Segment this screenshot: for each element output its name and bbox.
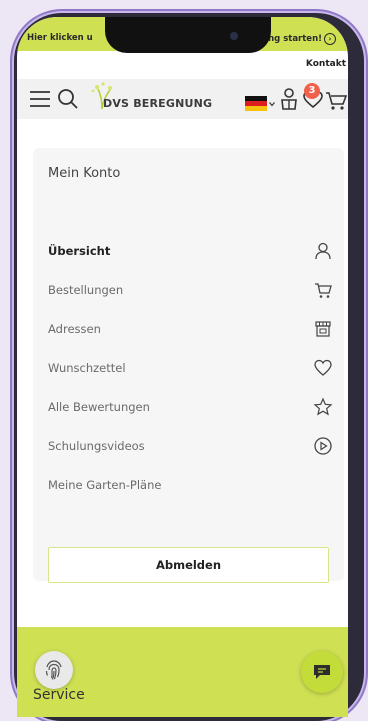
- camera-icon: [230, 32, 238, 40]
- menu-item-label: Adressen: [48, 322, 101, 336]
- account-menu-item-overview[interactable]: Übersicht: [48, 238, 333, 264]
- play-icon: [314, 437, 332, 455]
- chat-button[interactable]: [301, 651, 343, 693]
- phone-screen: Hier klicken u ung starten! › Kontakt DVS…: [17, 17, 348, 717]
- brand-logo[interactable]: DVS BEREGNUNG: [103, 97, 212, 110]
- menu-item-label: Alle Bewertungen: [48, 400, 150, 414]
- account-menu-item-addresses[interactable]: Adressen: [48, 316, 333, 342]
- wishlist-count-badge: 3: [304, 83, 320, 99]
- user-icon: [315, 242, 331, 260]
- account-menu-card: Mein Konto Übersicht Bestellungen Adress…: [33, 148, 344, 583]
- menu-icon[interactable]: [29, 90, 51, 108]
- site-header: DVS BEREGNUNG 3: [17, 79, 348, 119]
- footer-service-heading: Service: [33, 687, 85, 703]
- page-title: Mein Konto: [48, 166, 121, 181]
- promo-left-text: Hier klicken u: [27, 33, 93, 43]
- chevron-down-icon[interactable]: [269, 101, 275, 107]
- contact-link[interactable]: Kontakt: [306, 59, 346, 69]
- arrow-right-icon: ›: [324, 33, 336, 45]
- menu-item-label: Schulungsvideos: [48, 439, 145, 453]
- promo-cta-label: ung starten!: [262, 34, 322, 44]
- phone-notch: [105, 17, 271, 53]
- star-icon: [313, 397, 333, 416]
- logout-button[interactable]: Abmelden: [48, 547, 329, 583]
- heart-icon: [314, 359, 332, 376]
- menu-item-label: Wunschzettel: [48, 361, 126, 375]
- fingerprint-icon: [45, 660, 62, 680]
- shop-icon: [315, 321, 331, 337]
- chat-icon: [314, 665, 330, 679]
- search-icon[interactable]: [57, 88, 79, 110]
- menu-item-label: Bestellungen: [48, 283, 124, 297]
- menu-item-label: Übersicht: [48, 244, 111, 258]
- promo-right-text[interactable]: ung starten! ›: [262, 33, 336, 45]
- account-menu-item-training-videos[interactable]: Schulungsvideos: [48, 433, 333, 459]
- account-menu-item-orders[interactable]: Bestellungen: [48, 277, 333, 303]
- fingerprint-button[interactable]: [35, 651, 73, 689]
- account-icon[interactable]: [278, 87, 300, 111]
- cart-icon: [315, 283, 332, 298]
- account-menu-item-wishlist[interactable]: Wunschzettel: [48, 355, 333, 381]
- account-menu-item-reviews[interactable]: Alle Bewertungen: [48, 394, 333, 420]
- menu-item-label: Meine Garten-Pläne: [48, 478, 162, 492]
- language-flag-icon[interactable]: [245, 96, 267, 111]
- cart-icon[interactable]: [325, 91, 347, 111]
- account-menu-item-garden-plans[interactable]: Meine Garten-Pläne: [48, 472, 333, 498]
